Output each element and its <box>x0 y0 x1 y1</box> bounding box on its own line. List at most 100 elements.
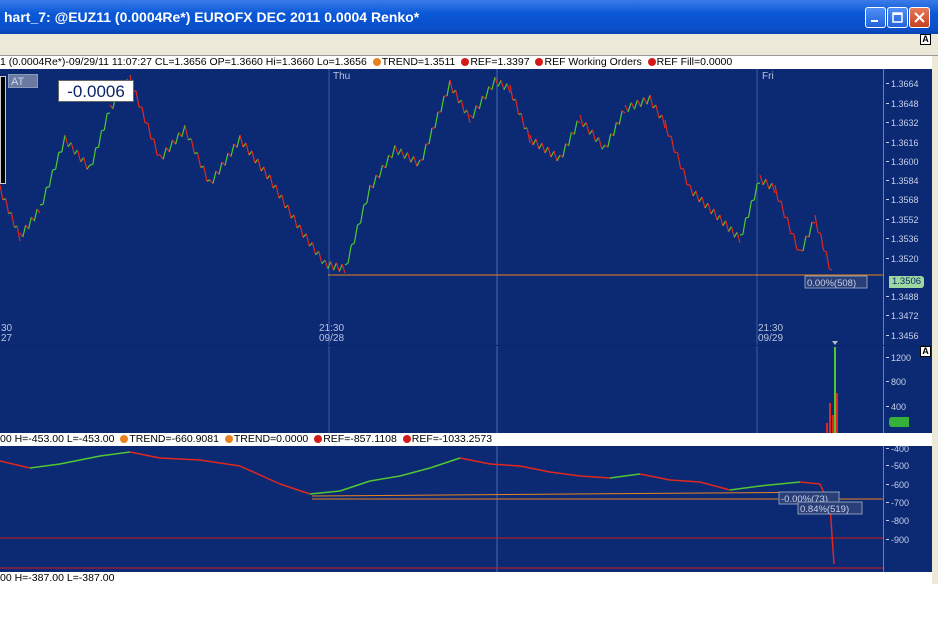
renko-brick <box>472 105 477 119</box>
renko-brick <box>802 235 807 252</box>
title-bar[interactable]: hart_7: @EUZ11 (0.0004Re*) EUROFX DEC 20… <box>0 0 938 34</box>
footer-info-bar: 00 H=-387.00 L=-387.00 <box>0 572 932 584</box>
indicator-segment <box>459 457 491 465</box>
renko-brick <box>567 132 573 146</box>
renko-brick <box>46 186 50 189</box>
volume-axis-marker[interactable]: A <box>920 346 931 357</box>
renko-brick <box>621 110 626 114</box>
renko-brick <box>86 164 91 170</box>
renko-brick <box>455 89 460 104</box>
renko-brick <box>739 233 743 236</box>
renko-brick <box>251 150 256 164</box>
renko-brick <box>713 208 718 221</box>
renko-brick <box>607 133 612 148</box>
renko-brick <box>70 142 75 155</box>
info-segment: REF=-857.1108 <box>323 433 400 445</box>
renko-brick <box>630 102 635 110</box>
renko-brick <box>406 152 412 163</box>
volume-pane[interactable] <box>0 346 883 433</box>
renko-brick <box>449 79 454 94</box>
renko-brick <box>719 214 724 227</box>
volume-bar <box>826 423 828 433</box>
volume-chart <box>328 346 838 433</box>
renko-brick <box>416 159 421 167</box>
renko-brick <box>736 231 741 244</box>
indicator-segment <box>699 481 731 491</box>
red-dot-icon <box>461 58 470 66</box>
renko-brick <box>500 80 505 90</box>
indicator-axis[interactable]: -400 -500 -600 -700 -800 -900 <box>883 446 932 572</box>
renko-brick <box>595 137 600 143</box>
orange-dot-icon <box>120 435 129 443</box>
axis-scale-toggle[interactable]: A <box>920 34 931 45</box>
volume-tick-label: 800 <box>886 377 906 387</box>
renko-brick <box>394 144 399 156</box>
renko-brick <box>553 150 558 162</box>
info-segment: REF Fill=0.0000 <box>656 56 733 68</box>
renko-brick <box>786 217 792 234</box>
renko-brick <box>206 179 211 182</box>
renko-brick <box>655 104 660 119</box>
renko-brick <box>710 208 715 215</box>
renko-brick <box>728 226 732 232</box>
renko-brick <box>689 184 694 197</box>
renko-brick <box>333 262 337 271</box>
price-tick-label: 1.3632 <box>886 118 919 128</box>
volume-tick-label: 1200 <box>886 353 911 363</box>
price-tick-label: 1.3568 <box>886 195 919 205</box>
indicator-pane[interactable]: -0.00%(73) 0.84%(519) <box>0 446 883 572</box>
price-pane[interactable]: Thu Fri 30 27 21:30 09/28 21:30 09/29 0.00%(508) <box>0 69 883 345</box>
indicator-tick-label: -700 <box>886 498 909 508</box>
renko-brick <box>5 198 10 214</box>
maximize-button[interactable] <box>887 7 908 28</box>
close-button[interactable] <box>909 7 930 28</box>
renko-brick <box>162 147 167 160</box>
renko-brick <box>585 122 590 135</box>
last-price-marker: 1.3506 <box>889 276 925 288</box>
renko-brick <box>562 143 567 158</box>
renko-brick <box>725 220 730 232</box>
renko-brick <box>165 147 170 153</box>
renko-brick <box>353 224 359 244</box>
renko-brick <box>661 114 666 129</box>
renko-brick <box>573 120 578 135</box>
renko-brick <box>58 151 63 154</box>
price-tick-label: 1.3536 <box>886 234 919 244</box>
renko-brick <box>491 76 496 90</box>
renko-brick <box>707 202 712 215</box>
renko-brick <box>579 114 584 127</box>
red-dot-icon <box>314 435 323 443</box>
renko-brick <box>730 226 735 238</box>
renko-brick <box>147 122 152 140</box>
renko-brick <box>397 148 402 156</box>
renko-brick <box>640 97 645 107</box>
renko-brick <box>27 216 33 230</box>
price-tick-label: 1.3520 <box>886 254 919 264</box>
renko-brick <box>42 187 47 205</box>
maximize-icon <box>892 12 903 23</box>
cursor-value-box: -0.0006 <box>58 80 134 102</box>
renko-brick <box>538 142 543 150</box>
renko-brick <box>742 217 747 235</box>
renko-brick <box>532 138 537 146</box>
price-axis[interactable]: 1.3664 1.3648 1.3632 1.3616 1.3600 1.3584 1.35… <box>883 69 932 345</box>
indicator-chart: -0.00%(73)0.84%(519) <box>0 446 883 572</box>
minimize-button[interactable] <box>865 7 886 28</box>
renko-brick <box>73 149 78 155</box>
renko-brick <box>757 182 761 185</box>
orange-dot-icon <box>372 58 381 66</box>
renko-brick <box>184 124 189 140</box>
orange-dot-icon <box>224 435 233 443</box>
renko-brick <box>428 127 433 145</box>
renko-brick <box>141 106 146 124</box>
renko-brick <box>80 157 85 163</box>
price-tick-label: 1.3664 <box>886 79 919 89</box>
renko-brick <box>335 262 340 272</box>
close-icon <box>914 12 925 23</box>
renko-brick <box>245 142 250 156</box>
renko-brick <box>391 144 396 159</box>
renko-brick <box>357 222 361 226</box>
renko-brick <box>269 174 274 189</box>
renko-brick <box>178 132 183 138</box>
renko-brick <box>814 214 819 233</box>
